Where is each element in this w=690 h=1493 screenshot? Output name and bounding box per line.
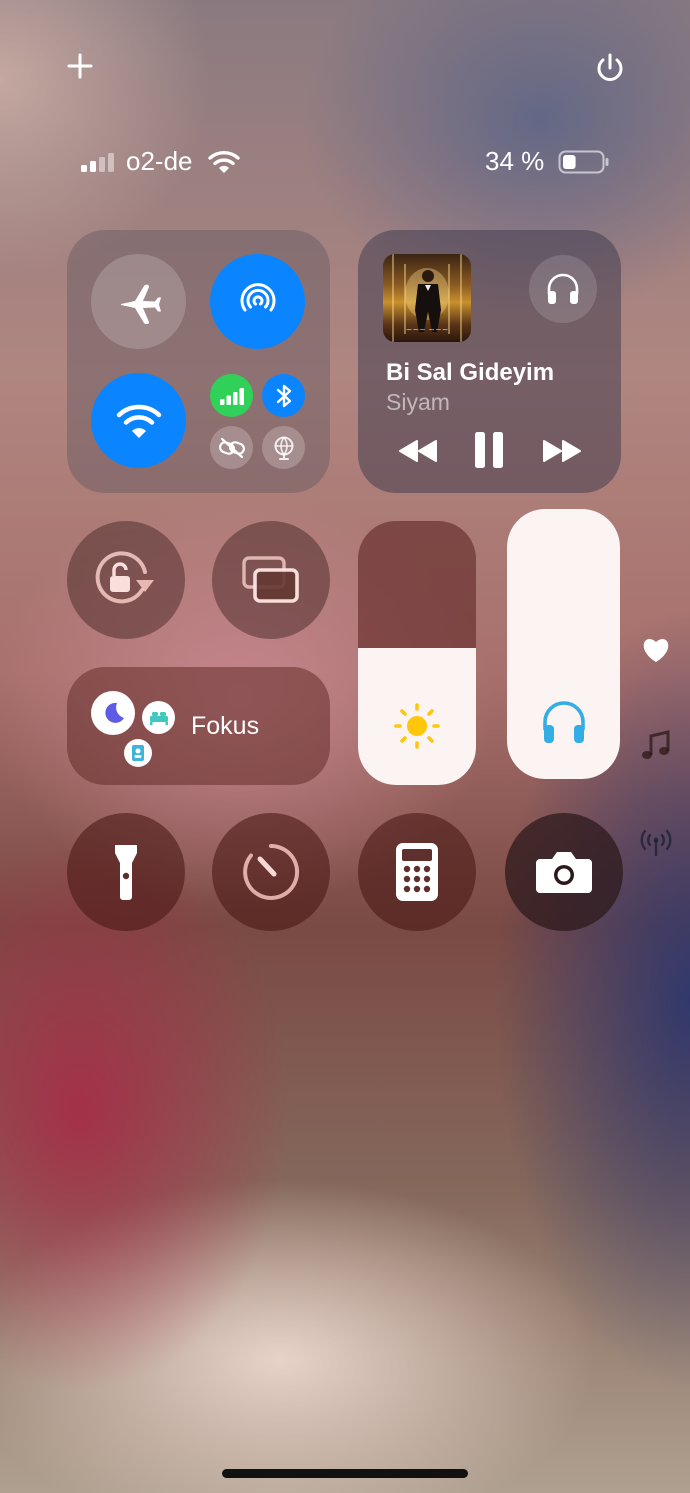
song-title: Bi Sal Gideyim	[386, 359, 555, 386]
airdrop-toggle[interactable]	[210, 254, 305, 349]
sun-icon	[394, 703, 440, 749]
rewind-icon	[399, 440, 437, 462]
globe-icon	[274, 436, 293, 460]
airplane-icon	[120, 284, 161, 324]
battery-icon	[558, 150, 609, 174]
cellular-data-toggle[interactable]	[210, 374, 253, 417]
wifi-toggle[interactable]	[91, 373, 186, 468]
play-pause-button[interactable]	[471, 430, 507, 470]
cellular-signal-icon	[81, 153, 114, 172]
power-button[interactable]	[592, 50, 628, 86]
headphones-volume-icon	[543, 701, 585, 743]
link-icon	[218, 437, 245, 458]
music-note-icon[interactable]	[641, 730, 671, 762]
personal-hotspot-toggle[interactable]	[210, 426, 253, 469]
bluetooth-icon	[276, 384, 291, 407]
heart-icon[interactable]	[641, 636, 671, 664]
album-artwork: ~~~ ~~~	[383, 254, 471, 342]
audio-output-button[interactable]	[529, 255, 597, 323]
calculator-icon	[396, 843, 438, 901]
vpn-toggle[interactable]	[262, 426, 305, 469]
svg-text:~~~ ~~~: ~~~ ~~~	[406, 325, 449, 334]
camera-button[interactable]	[505, 813, 623, 931]
antenna-icon[interactable]	[639, 827, 673, 857]
rotation-lock-icon	[95, 551, 154, 604]
cellular-icon	[219, 387, 244, 405]
id-badge-icon	[132, 745, 144, 761]
calculator-button[interactable]	[358, 813, 476, 931]
home-indicator[interactable]	[222, 1469, 468, 1478]
wifi-status-icon	[208, 151, 240, 173]
airdrop-icon	[240, 282, 275, 311]
connectivity-panel	[67, 230, 330, 493]
headphones-icon	[547, 273, 579, 304]
screen-mirroring-button[interactable]	[212, 521, 330, 639]
focus-label: Fokus	[191, 712, 260, 740]
battery-percentage: 34 %	[485, 146, 545, 176]
rotation-lock-toggle[interactable]	[67, 521, 185, 639]
now-playing-panel[interactable]: ~~~ ~~~ Bi Sal Gideyim Siyam	[358, 230, 621, 493]
timer-button[interactable]	[212, 813, 330, 931]
rewind-button[interactable]	[396, 435, 440, 467]
personal-focus-badge	[124, 739, 152, 767]
sleep-focus-badge	[91, 691, 135, 735]
airplane-mode-toggle[interactable]	[91, 254, 186, 349]
status-bar: o2-de 34 %	[80, 145, 620, 179]
brightness-slider[interactable]	[358, 521, 476, 785]
focus-button[interactable]: Fokus	[67, 667, 330, 785]
flashlight-button[interactable]	[67, 813, 185, 931]
camera-icon	[536, 852, 592, 893]
bed-focus-badge	[142, 701, 175, 734]
pause-icon	[475, 432, 503, 468]
add-button[interactable]	[64, 50, 96, 82]
fast-forward-button[interactable]	[540, 435, 584, 467]
moon-icon	[105, 702, 124, 723]
power-icon	[597, 53, 623, 81]
volume-slider[interactable]	[507, 509, 620, 779]
timer-icon	[243, 843, 300, 900]
bed-icon	[149, 711, 168, 725]
flashlight-icon	[115, 845, 137, 900]
song-artist: Siyam	[386, 389, 450, 415]
carrier-name: o2-de	[126, 146, 193, 176]
fast-forward-icon	[543, 440, 581, 462]
plus-icon	[67, 53, 93, 79]
wifi-icon	[116, 404, 161, 438]
screen-mirroring-icon	[242, 556, 299, 603]
bluetooth-toggle[interactable]	[262, 374, 305, 417]
